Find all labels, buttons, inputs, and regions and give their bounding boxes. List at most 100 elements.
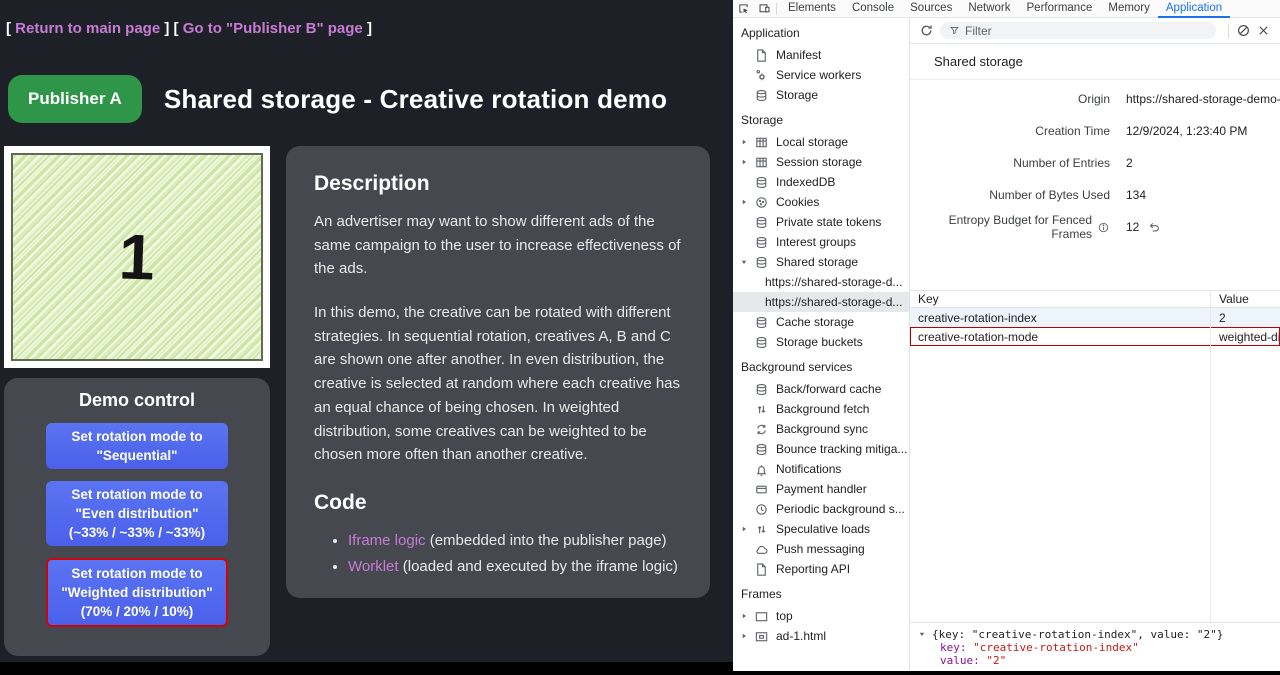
sidebar-item-private-state-tokens[interactable]: Private state tokens bbox=[733, 212, 909, 232]
property-value: "2" bbox=[986, 654, 1006, 667]
column-header-value[interactable]: Value bbox=[1210, 292, 1280, 306]
code-list: Iframe logic (embedded into the publishe… bbox=[348, 529, 682, 578]
tab-elements[interactable]: Elements bbox=[780, 0, 844, 18]
up-down-arrows-icon bbox=[753, 401, 769, 417]
meta-row-number-of-entries: Number of Entries 2 bbox=[910, 147, 1280, 179]
chevron-down-icon[interactable] bbox=[737, 256, 750, 269]
sidebar-item-notifications[interactable]: Notifications bbox=[733, 459, 909, 479]
block-icon[interactable] bbox=[1233, 21, 1253, 41]
set-even-distribution-button[interactable]: Set rotation mode to "Even distribution"… bbox=[46, 481, 228, 546]
table-row-creative-rotation-index[interactable]: creative-rotation-index 2 bbox=[910, 308, 1280, 327]
sidebar-item-session-storage[interactable]: Session storage bbox=[733, 152, 909, 172]
demo-control-title: Demo control bbox=[4, 390, 270, 411]
section-background-services: Background services bbox=[733, 352, 909, 379]
meta-label: Creation Time bbox=[910, 124, 1110, 138]
meta-label: Origin bbox=[910, 92, 1110, 106]
sidebar-item-push-messaging[interactable]: Push messaging bbox=[733, 539, 909, 559]
chevron-right-icon[interactable] bbox=[737, 610, 750, 623]
tab-console[interactable]: Console bbox=[844, 0, 902, 18]
sidebar-item-periodic-background-sync[interactable]: Periodic background s... bbox=[733, 499, 909, 519]
meta-value: 12 bbox=[1126, 220, 1139, 234]
sidebar-item-background-sync[interactable]: Background sync bbox=[733, 419, 909, 439]
cookie-icon bbox=[753, 194, 769, 210]
section-storage: Storage bbox=[733, 105, 909, 132]
info-icon[interactable] bbox=[1097, 221, 1110, 234]
sidebar-item-back-forward-cache[interactable]: Back/forward cache bbox=[733, 379, 909, 399]
worklet-link[interactable]: Worklet bbox=[348, 558, 399, 575]
table-icon bbox=[753, 134, 769, 150]
bracket: [ bbox=[174, 20, 179, 37]
sidebar-item-indexeddb[interactable]: IndexedDB bbox=[733, 172, 909, 192]
chevron-right-icon[interactable] bbox=[737, 523, 750, 536]
sidebar-item-shared-storage-origin-1[interactable]: https://shared-storage-d... bbox=[733, 272, 909, 292]
tab-performance[interactable]: Performance bbox=[1019, 0, 1101, 18]
document-icon bbox=[753, 561, 769, 577]
preview-object: {key: "creative-rotation-index", value: … bbox=[932, 628, 1223, 641]
property-name: key: bbox=[940, 641, 967, 654]
sidebar-item-cache-storage[interactable]: Cache storage bbox=[733, 312, 909, 332]
chevron-right-icon[interactable] bbox=[737, 196, 750, 209]
expand-caret-icon[interactable] bbox=[918, 630, 932, 638]
page-title: Shared storage - Creative rotation demo bbox=[164, 84, 667, 115]
sidebar-item-speculative-loads[interactable]: Speculative loads bbox=[733, 519, 909, 539]
devtools-tabbar: Elements Console Sources Network Perform… bbox=[733, 0, 1280, 18]
reset-budget-icon[interactable] bbox=[1147, 220, 1161, 234]
database-icon bbox=[753, 87, 769, 103]
creative-number: 1 bbox=[118, 219, 156, 294]
application-sidebar: Application Manifest Service workers Sto… bbox=[733, 18, 910, 671]
publisher-b-link[interactable]: Go to "Publisher B" page bbox=[183, 20, 363, 37]
tab-memory[interactable]: Memory bbox=[1100, 0, 1158, 18]
column-header-key[interactable]: Key bbox=[910, 292, 1210, 306]
tab-application[interactable]: Application bbox=[1158, 0, 1230, 18]
sidebar-item-frame-top[interactable]: top bbox=[733, 606, 909, 626]
chevron-right-icon[interactable] bbox=[737, 136, 750, 149]
tab-network[interactable]: Network bbox=[960, 0, 1018, 18]
set-weighted-distribution-button[interactable]: Set rotation mode to "Weighted distribut… bbox=[46, 558, 228, 627]
sidebar-item-manifest[interactable]: Manifest bbox=[733, 45, 909, 65]
sidebar-item-shared-storage[interactable]: Shared storage bbox=[733, 252, 909, 272]
sidebar-item-bounce-tracking[interactable]: Bounce tracking mitiga... bbox=[733, 439, 909, 459]
sidebar-item-payment-handler[interactable]: Payment handler bbox=[733, 479, 909, 499]
cell-key: creative-rotation-index bbox=[910, 311, 1210, 325]
sidebar-item-service-workers[interactable]: Service workers bbox=[733, 65, 909, 85]
meta-row-creation-time: Creation Time 12/9/2024, 1:23:40 PM bbox=[910, 115, 1280, 147]
list-item-text: (embedded into the publisher page) bbox=[426, 532, 667, 549]
cloud-icon bbox=[753, 541, 769, 557]
sidebar-item-local-storage[interactable]: Local storage bbox=[733, 132, 909, 152]
property-value: "creative-rotation-index" bbox=[973, 641, 1139, 654]
sidebar-item-reporting-api[interactable]: Reporting API bbox=[733, 559, 909, 579]
tab-sources[interactable]: Sources bbox=[902, 0, 960, 18]
filter-input[interactable]: Filter bbox=[940, 22, 1216, 39]
meta-label: Number of Entries bbox=[910, 156, 1110, 170]
divider bbox=[1228, 24, 1229, 38]
bracket: ] bbox=[164, 20, 169, 37]
property-name: value: bbox=[940, 654, 980, 667]
table-row-creative-rotation-mode[interactable]: creative-rotation-mode weighted-dist bbox=[910, 327, 1280, 346]
refresh-icon[interactable] bbox=[916, 21, 936, 41]
set-sequential-button[interactable]: Set rotation mode to "Sequential" bbox=[46, 423, 228, 469]
meta-value: 134 bbox=[1126, 188, 1146, 202]
cell-key: creative-rotation-mode bbox=[910, 330, 1210, 344]
sidebar-item-background-fetch[interactable]: Background fetch bbox=[733, 399, 909, 419]
sidebar-item-frame-ad1[interactable]: ad-1.html bbox=[733, 626, 909, 646]
column-divider[interactable] bbox=[1210, 290, 1211, 622]
sidebar-item-shared-storage-origin-2[interactable]: https://shared-storage-d... bbox=[733, 292, 909, 312]
sidebar-item-interest-groups[interactable]: Interest groups bbox=[733, 232, 909, 252]
document-icon bbox=[753, 47, 769, 63]
metadata-view: Origin https://shared-storage-demo-co Cr… bbox=[910, 80, 1280, 243]
sidebar-item-storage[interactable]: Storage bbox=[733, 85, 909, 105]
chevron-right-icon[interactable] bbox=[737, 156, 750, 169]
sidebar-item-cookies[interactable]: Cookies bbox=[733, 192, 909, 212]
database-icon bbox=[753, 254, 769, 270]
iframe-logic-link[interactable]: Iframe logic bbox=[348, 532, 426, 549]
up-down-arrows-icon bbox=[753, 521, 769, 537]
database-icon bbox=[753, 334, 769, 350]
meta-row-bytes-used: Number of Bytes Used 134 bbox=[910, 179, 1280, 211]
sidebar-item-storage-buckets[interactable]: Storage buckets bbox=[733, 332, 909, 352]
page-header: Publisher A Shared storage - Creative ro… bbox=[8, 75, 733, 123]
return-to-main-link[interactable]: Return to main page bbox=[15, 20, 160, 37]
device-toolbar-icon[interactable] bbox=[754, 0, 775, 18]
close-icon[interactable] bbox=[1253, 21, 1273, 41]
chevron-right-icon[interactable] bbox=[737, 630, 750, 643]
inspect-element-icon[interactable] bbox=[733, 0, 754, 18]
